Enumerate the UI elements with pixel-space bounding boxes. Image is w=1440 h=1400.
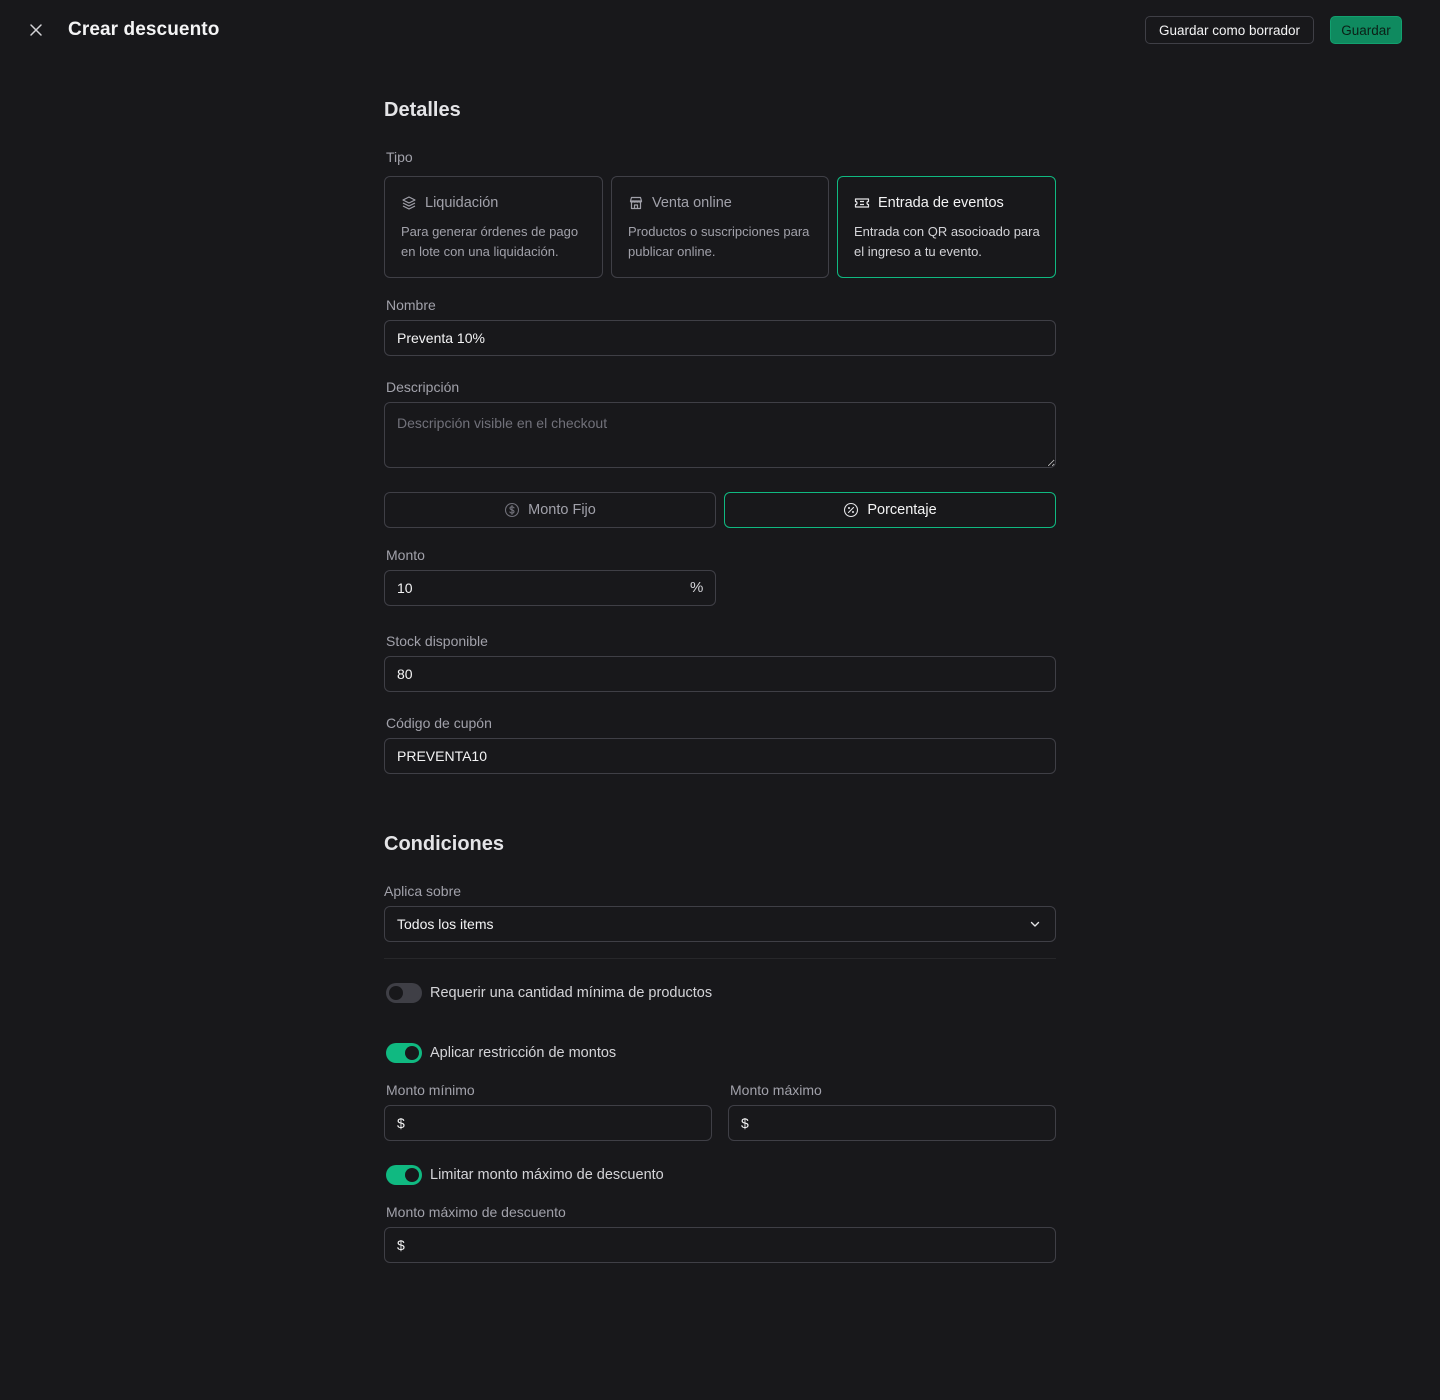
- max-amount-input[interactable]: [728, 1105, 1056, 1141]
- type-card-liquidacion[interactable]: Liquidación Para generar órdenes de pago…: [384, 176, 603, 278]
- store-icon: [629, 196, 643, 210]
- description-label: Descripción: [386, 379, 460, 395]
- max-amount-label: Monto máximo: [730, 1082, 822, 1098]
- min-amount-input[interactable]: [384, 1105, 712, 1141]
- type-card-description: Productos o suscripciones para publicar …: [628, 224, 810, 259]
- stock-input[interactable]: [384, 656, 1056, 692]
- name-label: Nombre: [386, 297, 436, 313]
- type-card-description: Entrada con QR asocioado para el ingreso…: [854, 224, 1040, 259]
- save-draft-button[interactable]: Guardar como borrador: [1145, 16, 1314, 44]
- discount-mode-fixed[interactable]: Monto Fijo: [384, 492, 716, 528]
- toggle-knob: [405, 1168, 419, 1182]
- applies-select[interactable]: Todos los items: [384, 906, 1056, 942]
- discount-mode-label: Porcentaje: [867, 502, 937, 518]
- discount-mode-label: Monto Fijo: [528, 502, 596, 518]
- amount-restriction-toggle[interactable]: [386, 1043, 422, 1063]
- toggle-knob: [405, 1046, 419, 1060]
- limit-discount-toggle[interactable]: [386, 1165, 422, 1185]
- applies-select-value: Todos los items: [397, 916, 494, 932]
- type-card-title: Liquidación: [425, 195, 499, 211]
- page-title: Crear descuento: [68, 19, 220, 40]
- details-section-title: Detalles: [384, 99, 461, 121]
- close-icon: [30, 24, 42, 36]
- type-card-entrada-eventos[interactable]: Entrada de eventos Entrada con QR asocio…: [837, 176, 1056, 278]
- stock-label: Stock disponible: [386, 633, 488, 649]
- chevron-down-icon: [1030, 921, 1040, 927]
- max-discount-label: Monto máximo de descuento: [386, 1204, 566, 1220]
- type-card-title: Entrada de eventos: [878, 195, 1004, 211]
- max-discount-currency-prefix: $: [397, 1237, 405, 1253]
- discount-mode-percentage[interactable]: Porcentaje: [724, 492, 1056, 528]
- top-bar: Crear descuento Guardar como borrador Gu…: [0, 0, 1440, 60]
- type-card-venta-online[interactable]: Venta online Productos o suscripciones p…: [611, 176, 829, 278]
- min-amount-label: Monto mínimo: [386, 1082, 475, 1098]
- dollar-circle-icon: [505, 502, 520, 518]
- max-amount-currency-prefix: $: [741, 1115, 749, 1131]
- min-quantity-toggle[interactable]: [386, 983, 422, 1003]
- min-quantity-toggle-label: Requerir una cantidad mínima de producto…: [430, 985, 713, 1001]
- type-label: Tipo: [386, 149, 413, 165]
- coupon-input[interactable]: [384, 738, 1056, 774]
- conditions-section-title: Condiciones: [384, 833, 505, 855]
- ticket-icon: [854, 198, 870, 208]
- toggle-knob: [389, 986, 403, 1000]
- save-button[interactable]: Guardar: [1330, 16, 1402, 44]
- percent-circle-icon: [844, 502, 859, 518]
- divider: [384, 958, 1056, 959]
- amount-restriction-toggle-label: Aplicar restricción de montos: [430, 1045, 617, 1061]
- close-button[interactable]: [24, 18, 48, 42]
- limit-discount-toggle-label: Limitar monto máximo de descuento: [430, 1167, 664, 1183]
- type-card-description: Para generar órdenes de pago en lote con…: [401, 224, 579, 259]
- percent-suffix: %: [690, 579, 704, 596]
- amount-label: Monto: [386, 547, 425, 563]
- max-discount-input[interactable]: [384, 1227, 1056, 1263]
- coupon-label: Código de cupón: [386, 715, 492, 731]
- applies-label: Aplica sobre: [384, 883, 462, 899]
- type-card-title: Venta online: [652, 195, 732, 211]
- description-textarea[interactable]: [384, 402, 1056, 468]
- layers-icon: [402, 196, 416, 210]
- name-input[interactable]: [384, 320, 1056, 356]
- min-amount-currency-prefix: $: [397, 1115, 405, 1131]
- amount-input[interactable]: [384, 570, 716, 606]
